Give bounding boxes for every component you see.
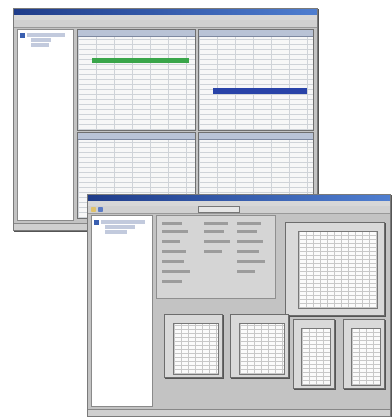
frame-2-grid[interactable] <box>239 323 285 375</box>
field-value <box>204 230 224 233</box>
frame-4-grid[interactable] <box>351 328 381 386</box>
grid-header <box>199 133 313 140</box>
frame-3[interactable] <box>293 319 335 389</box>
grid-header <box>199 30 313 37</box>
field-value <box>237 240 263 243</box>
front-window-toolbar[interactable] <box>88 206 390 214</box>
frame-4[interactable] <box>343 319 385 389</box>
properties-panel <box>156 215 276 299</box>
front-statusbar <box>88 409 390 416</box>
field-label <box>162 280 182 283</box>
top-left-grid[interactable] <box>77 29 196 131</box>
field-label <box>162 240 180 243</box>
frame-3-grid[interactable] <box>301 328 331 386</box>
selected-row-blue[interactable] <box>213 88 307 94</box>
field-value <box>204 250 222 253</box>
toolbar-combo[interactable] <box>198 206 240 213</box>
tree-item[interactable] <box>105 230 127 234</box>
tree-item[interactable] <box>31 43 49 47</box>
top-right-grid[interactable] <box>198 29 314 131</box>
field-value <box>237 260 265 263</box>
tree-item[interactable] <box>101 220 145 224</box>
front-tree-panel[interactable] <box>91 215 153 407</box>
field-value <box>237 270 255 273</box>
field-value <box>237 250 259 253</box>
field-label <box>162 260 184 263</box>
tree-item[interactable] <box>31 38 51 42</box>
grid-header <box>78 30 195 37</box>
back-tree-panel[interactable] <box>17 29 74 221</box>
tree-item[interactable] <box>27 33 65 37</box>
frame-2[interactable] <box>230 314 289 378</box>
field-value <box>204 222 228 225</box>
selected-row-green[interactable] <box>92 58 189 63</box>
field-value <box>204 240 230 243</box>
open-icon[interactable] <box>91 207 96 212</box>
frame-1-grid[interactable] <box>173 323 219 375</box>
tree-item[interactable] <box>105 225 135 229</box>
large-frame-grid[interactable] <box>298 231 378 309</box>
field-label <box>162 250 186 253</box>
back-window-toolbar[interactable] <box>14 20 317 28</box>
grid-header <box>78 133 195 140</box>
folder-icon <box>20 33 25 38</box>
field-value <box>237 230 257 233</box>
field-value <box>237 222 261 225</box>
frame-1[interactable] <box>164 314 223 378</box>
field-label <box>162 230 188 233</box>
front-window <box>87 194 391 417</box>
save-icon[interactable] <box>98 207 103 212</box>
folder-icon <box>94 220 99 225</box>
field-label <box>162 270 190 273</box>
field-label <box>162 222 182 225</box>
large-frame[interactable] <box>285 222 385 316</box>
